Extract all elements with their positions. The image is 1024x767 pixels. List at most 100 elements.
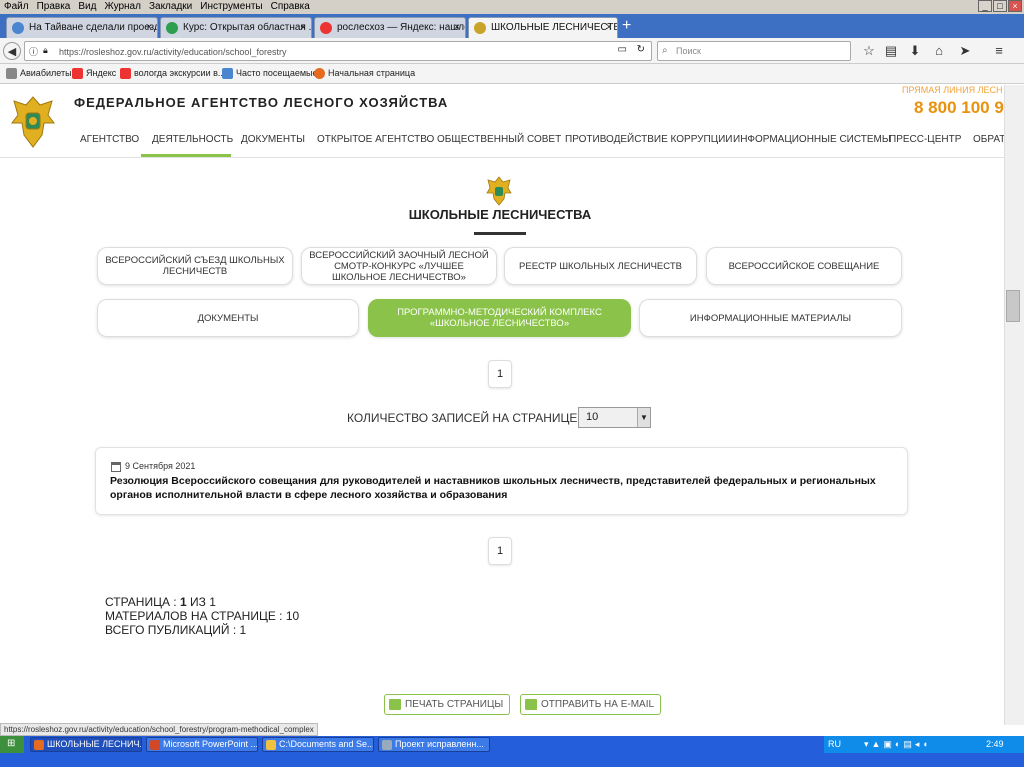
small-eagle-emblem-icon (486, 176, 512, 206)
status-bar-url: https://rosleshoz.gov.ru/activity/educat… (0, 723, 318, 736)
bookmark-label: Начальная страница (328, 68, 416, 78)
printer-icon (389, 699, 401, 710)
new-tab-button[interactable]: + (622, 17, 631, 35)
menu-history[interactable]: Журнал (100, 0, 145, 13)
taskbar-item-powerpoint[interactable]: Microsoft PowerPoint ... (146, 737, 258, 752)
tab-close-icon[interactable]: × (146, 18, 152, 38)
nav-press-center[interactable]: ПРЕСС-ЦЕНТР (889, 133, 961, 147)
menu-file[interactable]: Файл (0, 0, 33, 13)
home-icon[interactable]: ⌂ (930, 42, 948, 60)
close-icon[interactable]: × (1008, 0, 1022, 12)
navigation-bar: ◀ ⓘ 🔒︎ https://rosleshoz.gov.ru/activity… (0, 38, 1024, 64)
info-icon[interactable]: ⓘ (29, 45, 38, 58)
tab-label: На Тайване сделали проезд... (29, 22, 158, 33)
scrollbar-thumb[interactable] (1006, 290, 1020, 322)
bookmark-item[interactable]: Часто посещаемые (222, 68, 318, 79)
taskbar-item-document[interactable]: Проект исправленн... (378, 737, 490, 752)
taskbar-label: Microsoft PowerPoint ... (163, 739, 258, 749)
bookmarks-list-icon[interactable]: ▤ (882, 42, 900, 60)
section-info-materials[interactable]: ИНФОРМАЦИОННЫЕ МАТЕРИАЛЫ (639, 299, 902, 337)
url-text: https://rosleshoz.gov.ru/activity/educat… (59, 47, 287, 57)
window-controls: _ □ × (978, 0, 1022, 12)
menu-bookmarks[interactable]: Закладки (145, 0, 196, 13)
pocket-icon[interactable]: ➤ (956, 42, 974, 60)
menu-hamburger-icon[interactable]: ≡ (990, 42, 1008, 60)
stats-per-page: МАТЕРИАЛОВ НА СТРАНИЦЕ : 10 (105, 609, 300, 623)
nav-activity[interactable]: ДЕЯТЕЛЬНОСТЬ (152, 133, 233, 147)
reload-icon[interactable]: ↻ (637, 44, 645, 55)
taskbar-label: C:\Documents and Se... (279, 739, 374, 749)
menu-tools[interactable]: Инструменты (196, 0, 266, 13)
eagle-emblem-icon[interactable] (8, 93, 58, 151)
taskbar-item-explorer[interactable]: C:\Documents and Se... (262, 737, 374, 752)
nav-divider (0, 157, 1004, 158)
stats-page-line: СТРАНИЦА : 1 ИЗ 1 (105, 595, 299, 609)
search-input[interactable]: ⌕ Поиск (657, 41, 851, 61)
hotline-number[interactable]: 8 800 100 9 (914, 98, 1004, 118)
minimize-icon[interactable]: _ (978, 0, 992, 12)
tab-close-icon[interactable]: × (454, 18, 460, 38)
print-button[interactable]: ПЕЧАТЬ СТРАНИЦЫ (384, 694, 511, 715)
bookmarks-toolbar: Авиабилеты Яндекс вологда экскурсии в...… (0, 64, 1024, 84)
maximize-icon[interactable]: □ (993, 0, 1007, 12)
menu-edit[interactable]: Правка (33, 0, 75, 13)
page-content: ФЕДЕРАЛЬНОЕ АГЕНТСТВО ЛЕСНОГО ХОЗЯЙСТВА … (0, 85, 1004, 725)
tab-1[interactable]: На Тайване сделали проезд... × (6, 17, 158, 38)
clock[interactable]: 2:49 (986, 736, 1004, 752)
tab-favicon-icon (320, 22, 332, 34)
item-title-link[interactable]: Резолюция Всероссийского совещания для р… (110, 474, 900, 502)
language-indicator[interactable]: RU (828, 736, 841, 752)
email-button[interactable]: ОТПРАВИТЬ НА E-MAIL (520, 694, 662, 715)
section-methodical-complex[interactable]: ПРОГРАММНО-МЕТОДИЧЕСКИЙ КОМПЛЕКС «ШКОЛЬН… (368, 299, 631, 337)
list-item[interactable]: 9 Сентября 2021 Резолюция Всероссийского… (95, 447, 908, 515)
search-placeholder: Поиск (676, 46, 701, 56)
reader-view-icon[interactable]: ▭ (618, 44, 627, 55)
tab-close-icon[interactable]: × (606, 18, 612, 38)
tab-4-active[interactable]: ШКОЛЬНЫЕ ЛЕСНИЧЕСТВА - ...× (468, 17, 618, 38)
yandex-icon (120, 68, 131, 79)
tab-2[interactable]: Курс: Открытая областная ... × (160, 17, 312, 38)
per-page-select[interactable]: 10 ▼ (578, 407, 651, 428)
folder-icon (266, 740, 276, 750)
lock-icon: 🔒︎ (43, 45, 48, 55)
nav-info-systems[interactable]: ИНФОРМАЦИОННЫЕ СИСТЕМЫ (733, 133, 891, 147)
menu-view[interactable]: Вид (74, 0, 100, 13)
tab-close-icon[interactable]: × (300, 18, 306, 38)
per-page-label: КОЛИЧЕСТВО ЗАПИСЕЙ НА СТРАНИЦЕ (347, 411, 578, 425)
bookmark-item[interactable]: вологда экскурсии в... (120, 68, 226, 79)
nav-documents[interactable]: ДОКУМЕНТЫ (241, 133, 305, 147)
nav-anti-corruption[interactable]: ПРОТИВОДЕЙСТВИЕ КОРРУПЦИИ (565, 133, 732, 147)
stats-page-suffix: ИЗ 1 (186, 595, 216, 609)
menu-help[interactable]: Справка (267, 0, 314, 13)
nav-public-council[interactable]: ОБЩЕСТВЕННЫЙ СОВЕТ (437, 133, 561, 147)
tray-icons: ▾▲▣◐▤◂◖ (864, 739, 931, 749)
nav-feedback[interactable]: ОБРАТ (973, 133, 1004, 147)
pagination-page-top[interactable]: 1 (488, 360, 512, 388)
start-button[interactable]: ⊞ (0, 736, 24, 753)
section-registry[interactable]: РЕЕСТР ШКОЛЬНЫХ ЛЕСНИЧЕСТВ (504, 247, 697, 285)
tab-favicon-icon (12, 22, 24, 34)
bookmark-item[interactable]: Начальная страница (314, 68, 416, 79)
pagination-page-bottom[interactable]: 1 (488, 537, 512, 565)
bookmark-star-icon[interactable]: ☆ (860, 42, 878, 60)
nav-agency[interactable]: АГЕНТСТВО (80, 133, 139, 147)
tab-label: Курс: Открытая областная ... (183, 22, 312, 33)
downloads-icon[interactable]: ⬇ (906, 42, 924, 60)
tab-favicon-icon (166, 22, 178, 34)
taskbar-item-firefox[interactable]: ШКОЛЬНЫЕ ЛЕСНИЧ... (30, 737, 142, 752)
section-documents[interactable]: ДОКУМЕНТЫ (97, 299, 359, 337)
nav-open-agency[interactable]: ОТКРЫТОЕ АГЕНТСТВО (317, 133, 434, 147)
section-congress[interactable]: ВСЕРОССИЙСКИЙ СЪЕЗД ШКОЛЬНЫХ ЛЕСНИЧЕСТВ (97, 247, 293, 285)
bookmark-item[interactable]: Яндекс (72, 68, 116, 79)
tab-label: ШКОЛЬНЫЕ ЛЕСНИЧЕСТВА - ... (491, 22, 617, 33)
back-arrow-icon[interactable]: ◀ (3, 42, 21, 60)
section-meeting[interactable]: ВСЕРОССИЙСКОЕ СОВЕЩАНИЕ (706, 247, 902, 285)
page-scrollbar[interactable] (1004, 85, 1024, 725)
agency-name[interactable]: ФЕДЕРАЛЬНОЕ АГЕНТСТВО ЛЕСНОГО ХОЗЯЙСТВА (74, 95, 448, 110)
tab-3[interactable]: рослесхоз — Яндекс: нашло... × (314, 17, 466, 38)
section-contest[interactable]: ВСЕРОССИЙСКИЙ ЗАОЧНЫЙ ЛЕСНОЙ СМОТР-КОНКУ… (301, 247, 497, 285)
bookmark-label: вологда экскурсии в... (134, 68, 226, 78)
tab-label: рослесхоз — Яндекс: нашло... (337, 22, 466, 33)
address-bar[interactable]: ⓘ 🔒︎ https://rosleshoz.gov.ru/activity/e… (24, 41, 652, 61)
bookmark-item[interactable]: Авиабилеты (6, 68, 72, 79)
